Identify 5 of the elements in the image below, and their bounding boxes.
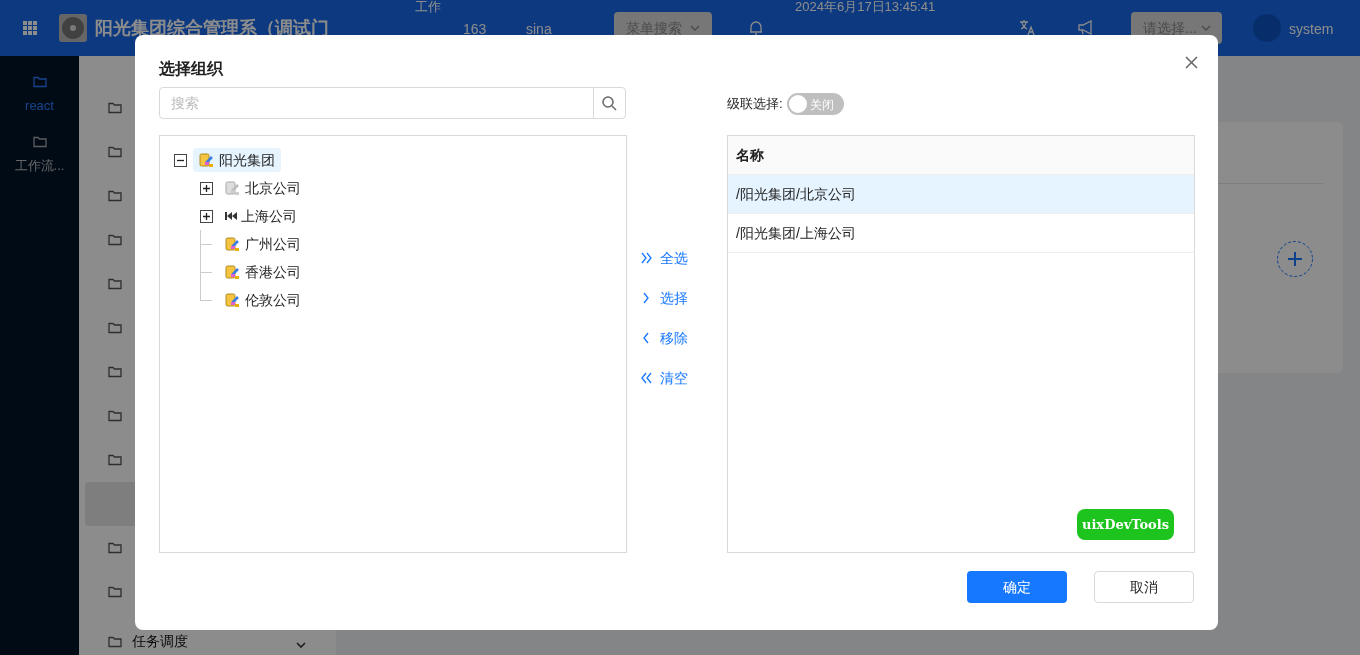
- menu-item-label: 任务调度: [132, 634, 188, 648]
- cascade-label: 级联选择:: [727, 95, 783, 114]
- dialog-title: 选择组织: [159, 59, 223, 79]
- datetime-text: 2024年6月17日13:45:41: [795, 0, 936, 13]
- column-header: 名称: [728, 136, 1194, 175]
